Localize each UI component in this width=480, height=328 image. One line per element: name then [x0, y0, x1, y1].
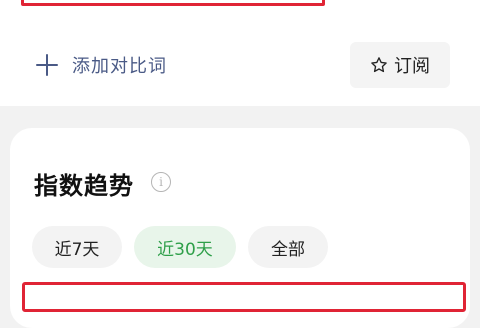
subscribe-button[interactable]: 订阅: [350, 42, 450, 88]
tab-all[interactable]: 全部: [248, 226, 328, 268]
index-trend-title: 指数趋势: [34, 172, 134, 200]
tab-7-days[interactable]: 近7天: [32, 226, 122, 268]
time-range-tabs: 近7天 近30天 全部: [32, 226, 340, 268]
highlight-box-top: [21, 0, 325, 6]
info-icon[interactable]: i: [151, 172, 171, 192]
subscribe-label: 订阅: [394, 56, 430, 77]
plus-icon: [36, 54, 58, 76]
add-compare-label: 添加对比词: [72, 56, 167, 77]
star-icon: [371, 57, 387, 73]
highlight-box-bottom: [22, 282, 466, 312]
keyword-card: 添加对比词 订阅: [0, 0, 480, 106]
add-compare-button[interactable]: 添加对比词: [36, 50, 167, 80]
tab-30-days[interactable]: 近30天: [134, 226, 236, 268]
